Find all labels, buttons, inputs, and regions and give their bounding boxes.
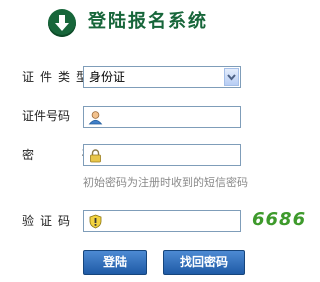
down-arrow-icon	[48, 9, 76, 37]
captcha-image[interactable]: 6686	[252, 208, 306, 232]
recover-password-button[interactable]: 找回密码	[163, 250, 245, 275]
captcha-input[interactable]	[83, 210, 241, 232]
chevron-down-icon[interactable]	[224, 68, 239, 86]
id-number-label: 证件号码	[22, 109, 71, 123]
lock-icon	[88, 148, 103, 163]
id-type-selected-value: 身份证	[89, 70, 126, 84]
id-type-select[interactable]: 身份证	[83, 66, 241, 88]
password-input[interactable]	[83, 144, 241, 166]
login-panel: 登陆报名系统 证件类型 身份证 证件号码 密 码 初始密码为注册时收到的短信密码…	[0, 0, 306, 282]
password-hint: 初始密码为注册时收到的短信密码	[83, 176, 248, 189]
captcha-label: 验证码	[22, 214, 77, 228]
user-icon	[88, 110, 103, 125]
captcha-shield-icon	[88, 214, 103, 229]
id-number-input[interactable]	[83, 106, 241, 128]
page-title: 登陆报名系统	[88, 11, 208, 32]
login-button[interactable]: 登陆	[83, 250, 147, 275]
